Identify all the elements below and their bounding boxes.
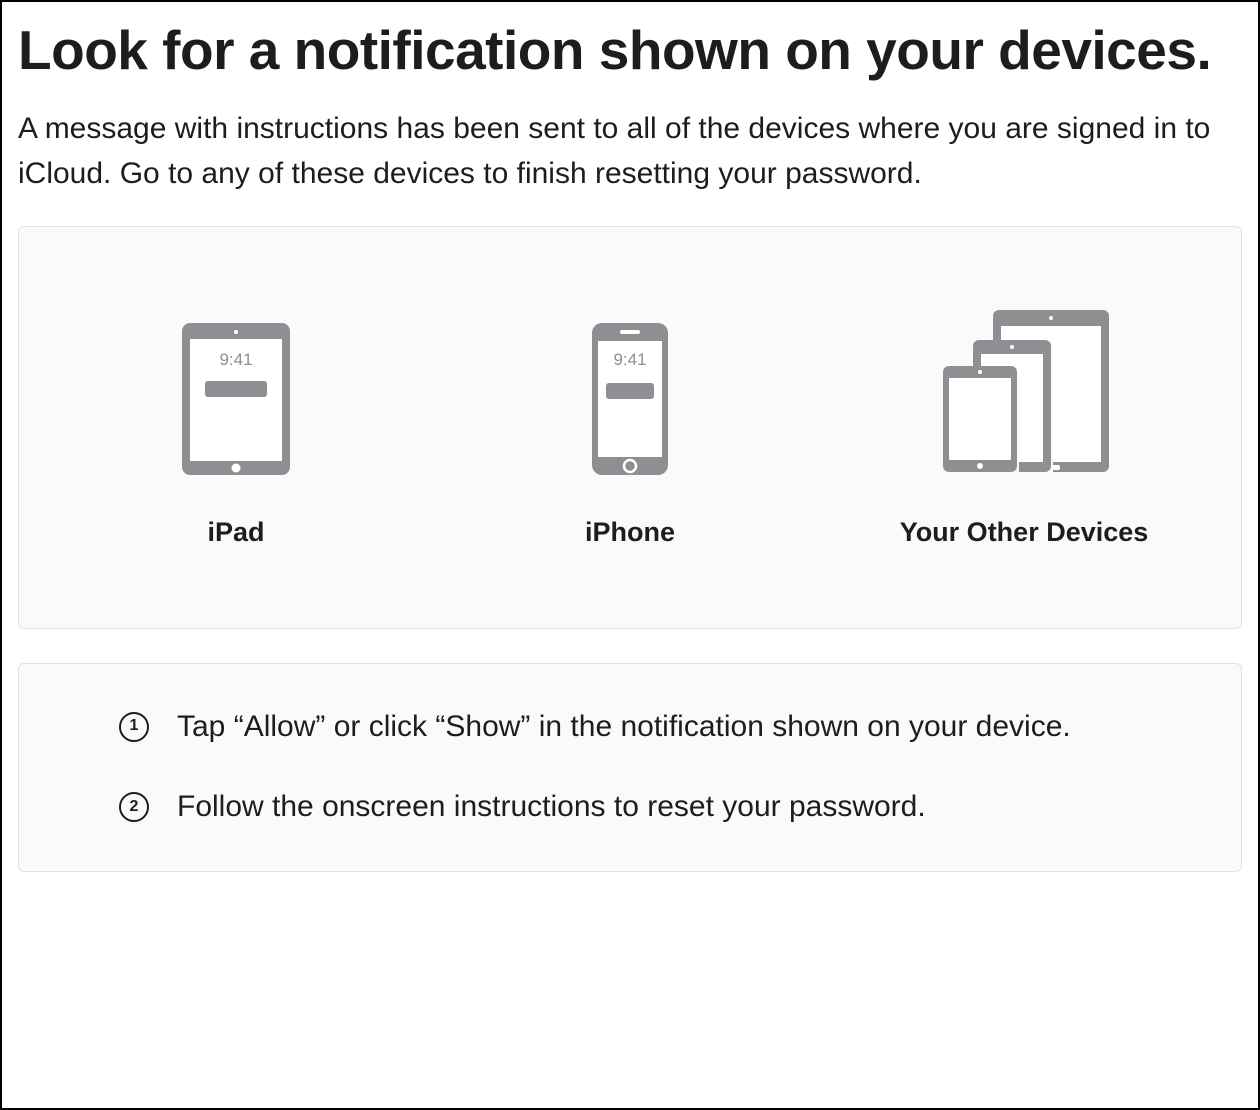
device-iphone: 9:41 iPhone <box>435 295 825 548</box>
device-ipad: 9:41 iPad <box>41 295 431 548</box>
page-title: Look for a notification shown on your de… <box>18 20 1242 82</box>
step-text-1: Tap “Allow” or click “Show” in the notif… <box>177 704 1141 751</box>
device-other: Your Other Devices <box>829 295 1219 548</box>
device-label-other: Your Other Devices <box>900 517 1149 548</box>
ipad-icon: 9:41 <box>182 295 290 475</box>
iphone-icon: 9:41 <box>592 295 668 475</box>
other-devices-icon <box>939 295 1109 475</box>
step-badge-2: 2 <box>119 792 149 822</box>
device-label-iphone: iPhone <box>585 517 675 548</box>
ipad-time: 9:41 <box>219 350 252 369</box>
device-label-ipad: iPad <box>207 517 264 548</box>
page-container: Look for a notification shown on your de… <box>0 0 1260 1110</box>
devices-panel: 9:41 iPad 9:41 iPhone <box>18 226 1242 629</box>
iphone-time: 9:41 <box>613 350 646 369</box>
steps-panel: 1 Tap “Allow” or click “Show” in the not… <box>18 663 1242 872</box>
step-1: 1 Tap “Allow” or click “Show” in the not… <box>119 704 1141 751</box>
step-badge-1: 1 <box>119 712 149 742</box>
page-subtitle: A message with instructions has been sen… <box>18 106 1242 196</box>
step-2: 2 Follow the onscreen instructions to re… <box>119 784 1141 831</box>
step-text-2: Follow the onscreen instructions to rese… <box>177 784 1141 831</box>
